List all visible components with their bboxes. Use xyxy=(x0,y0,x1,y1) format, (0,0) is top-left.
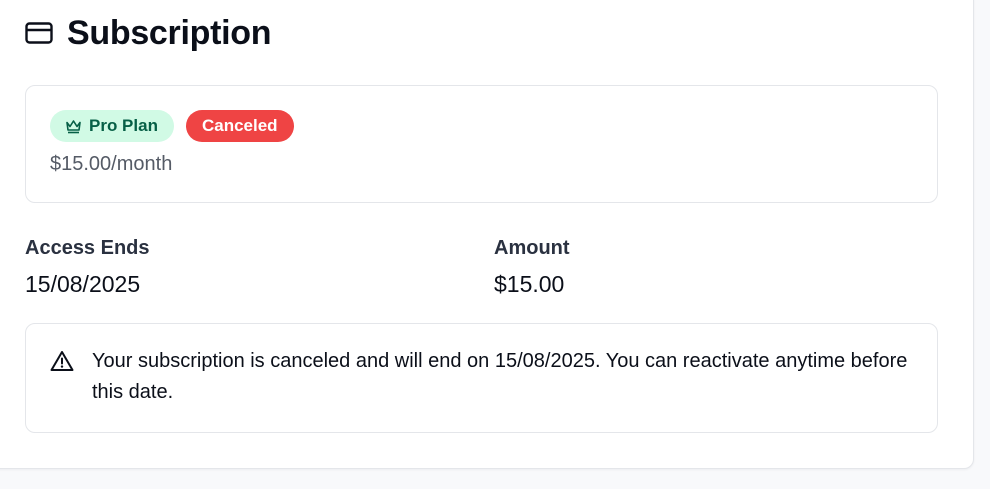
access-ends-value: 15/08/2025 xyxy=(25,271,141,297)
amount-info: Amount $15.00 xyxy=(494,236,570,298)
amount-value: $15.00 xyxy=(494,271,565,297)
pro-plan-badge: Pro Plan xyxy=(50,110,174,142)
alert-message: Your subscription is canceled and will e… xyxy=(92,350,908,403)
credit-card-icon xyxy=(25,22,53,44)
access-ends-info: Access Ends 15/08/2025 xyxy=(25,236,150,298)
status-badge: Canceled xyxy=(185,110,294,142)
access-ends-label: Access Ends xyxy=(25,237,150,259)
page-title: Subscription xyxy=(67,14,272,52)
plan-summary: Pro Plan Canceled $15.00/month xyxy=(25,85,938,203)
plan-badges: Pro Plan Canceled xyxy=(50,110,294,142)
amount-label: Amount xyxy=(494,237,570,259)
crown-icon xyxy=(65,119,82,134)
cancellation-alert: Your subscription is canceled and will e… xyxy=(25,323,938,433)
plan-price: $15.00/month xyxy=(50,153,173,175)
warning-triangle-icon xyxy=(50,350,74,372)
pro-plan-label: Pro Plan xyxy=(89,116,158,135)
subscription-header: Subscription xyxy=(25,13,271,53)
